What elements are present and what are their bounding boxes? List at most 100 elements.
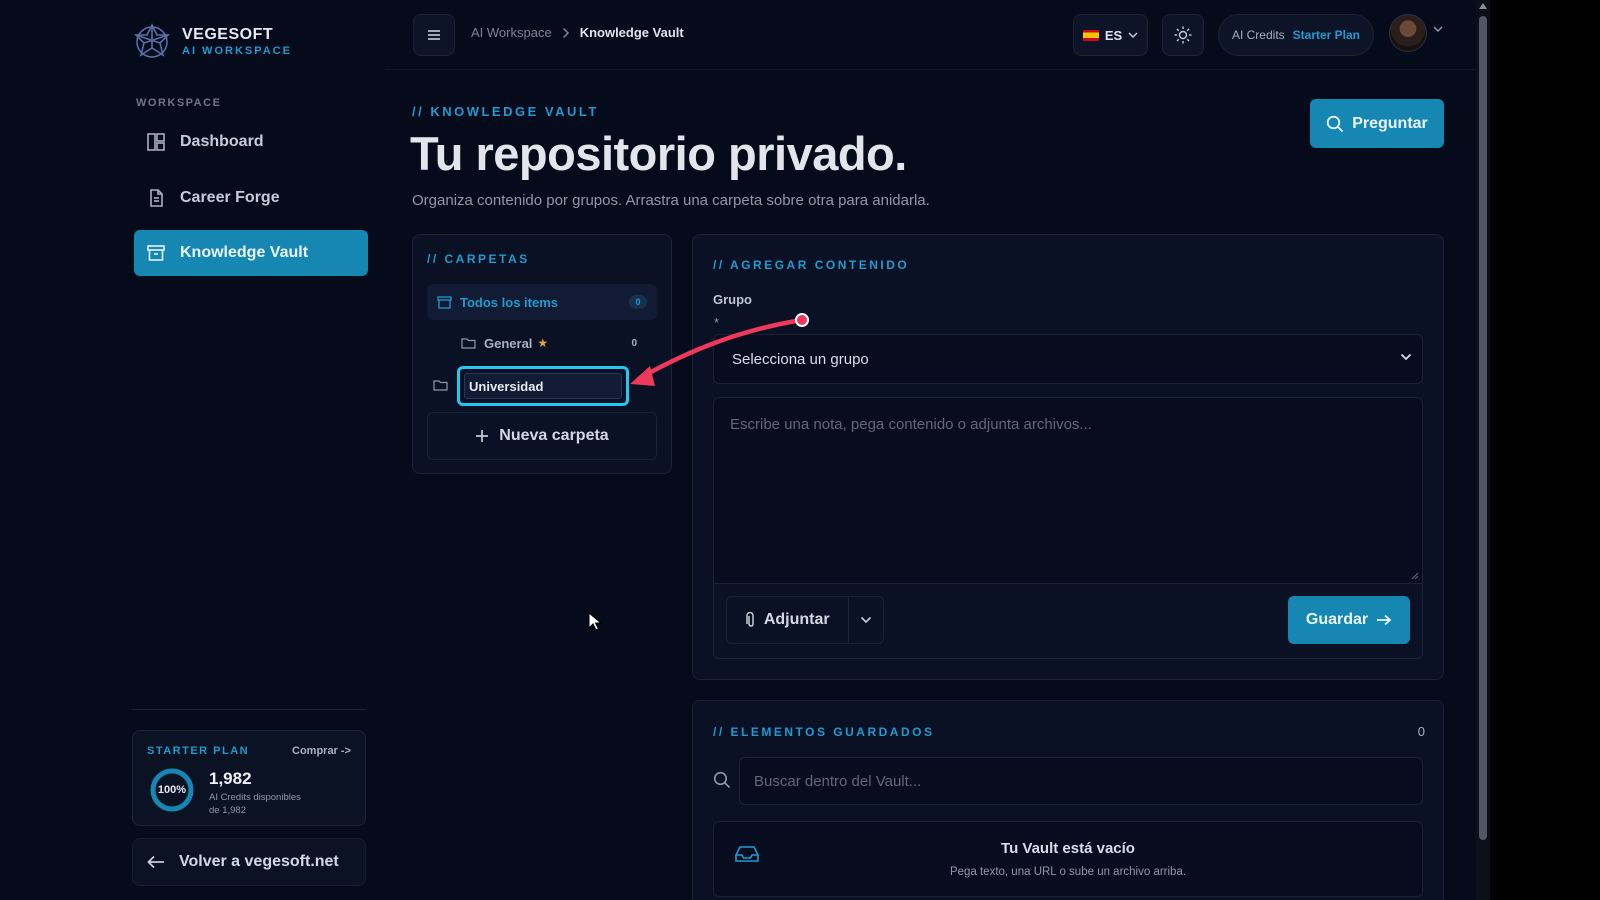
folder-general-label: General: [484, 335, 533, 351]
scroll-up-arrow-icon[interactable]: [1479, 3, 1487, 9]
breadcrumb-current: Knowledge Vault: [579, 25, 684, 40]
brand-logo-icon: [134, 23, 170, 58]
add-content-panel: // AGREGAR CONTENIDO Grupo * Selecciona …: [692, 234, 1444, 680]
sun-icon: [1174, 26, 1192, 44]
group-field-label: Grupo: [713, 292, 752, 307]
folder-name-input-wrapper: [457, 366, 629, 406]
empty-margin: [1490, 0, 1600, 900]
folder-general[interactable]: General ★ 0: [461, 331, 651, 355]
plus-icon: [476, 430, 489, 442]
sidebar-item-dashboard[interactable]: Dashboard: [134, 119, 368, 165]
menu-button[interactable]: [413, 14, 455, 56]
page-title: Tu repositorio privado.: [410, 127, 907, 180]
credits-pill[interactable]: AI Credits Starter Plan: [1218, 14, 1374, 56]
note-footer: Adjuntar Guardar: [713, 583, 1423, 659]
ask-button[interactable]: Preguntar: [1310, 99, 1444, 148]
sidebar-item-label: Career Forge: [180, 189, 280, 206]
language-selector[interactable]: ES: [1073, 14, 1148, 56]
folder-all-items-label: Todos los items: [460, 294, 558, 310]
spain-flag-icon: [1082, 29, 1099, 41]
credits-percent: 100%: [157, 784, 187, 796]
attach-button[interactable]: Adjuntar: [727, 597, 850, 643]
folders-title: // CARPETAS: [427, 252, 530, 266]
attach-button-group: Adjuntar: [726, 596, 884, 644]
folder-all-items[interactable]: Todos los items 0: [427, 284, 657, 320]
sidebar-item-knowledge-vault[interactable]: Knowledge Vault: [134, 230, 368, 276]
credits-plan: Starter Plan: [1292, 28, 1361, 42]
sidebar-divider: [132, 709, 366, 710]
sidebar-item-label: Dashboard: [180, 133, 264, 150]
empty-state-title: Tu Vault está vacío: [1001, 840, 1135, 857]
page-eyebrow: // KNOWLEDGE VAULT: [412, 104, 599, 119]
folder-icon: [433, 380, 448, 391]
back-to-site-button[interactable]: Volver a vegesoft.net: [132, 838, 366, 886]
folders-panel: // CARPETAS Todos los items 0 General ★ …: [412, 234, 672, 474]
folder-name-input[interactable]: [464, 373, 622, 399]
page-subtitle: Organiza contenido por grupos. Arrastra …: [412, 192, 930, 209]
chevron-down-icon: [1128, 31, 1138, 38]
paperclip-icon: [746, 612, 754, 627]
brand[interactable]: VEGESOFT AI WORKSPACE: [132, 22, 292, 62]
saved-items-panel: // ELEMENTOS GUARDADOS 0 Tu Vault está v…: [692, 700, 1444, 900]
breadcrumb-item[interactable]: AI Workspace: [471, 25, 552, 40]
layout-grid-icon: [147, 133, 165, 151]
empty-state: Tu Vault está vacío Pega texto, una URL …: [713, 821, 1423, 897]
folder-count-badge: 0: [629, 295, 647, 309]
arrow-left-icon: [147, 855, 164, 869]
arrow-right-icon: [1377, 614, 1392, 626]
vault-search-input[interactable]: [739, 757, 1423, 805]
plan-title: STARTER PLAN: [147, 745, 250, 757]
theme-toggle-button[interactable]: [1162, 14, 1204, 56]
chevron-down-icon: [1400, 353, 1412, 361]
save-button-label: Guardar: [1305, 611, 1369, 628]
buy-link[interactable]: Comprar ->: [292, 745, 351, 757]
topbar: AI Workspace Knowledge Vault ES AI Credi…: [385, 0, 1477, 70]
credits-amount: 1,982: [209, 769, 252, 788]
search-icon: [1327, 115, 1344, 132]
empty-state-description: Pega texto, una URL o sube un archivo ar…: [949, 866, 1187, 878]
archive-icon: [437, 295, 452, 309]
group-select[interactable]: Selecciona un grupo: [713, 334, 1423, 384]
credits-desc-line: de 1,982: [209, 805, 246, 816]
chevron-down-icon: [861, 616, 872, 624]
language-code: ES: [1104, 27, 1123, 43]
resize-handle-icon[interactable]: [1411, 572, 1419, 580]
credits-description: AI Credits disponibles de 1,982: [209, 791, 329, 817]
note-placeholder: Escribe una nota, pega contenido o adjun…: [730, 416, 1092, 433]
required-mark: *: [714, 315, 720, 330]
star-icon: ★: [537, 336, 549, 350]
attach-button-label: Adjuntar: [763, 611, 830, 628]
search-icon: [713, 771, 731, 789]
breadcrumb: AI Workspace Knowledge Vault: [471, 25, 684, 40]
note-textarea[interactable]: Escribe una nota, pega contenido o adjun…: [713, 397, 1423, 583]
hamburger-icon: [428, 30, 440, 40]
ask-button-label: Preguntar: [1352, 114, 1428, 132]
saved-items-count: 0: [1417, 724, 1425, 739]
new-folder-label: Nueva carpeta: [499, 427, 609, 444]
brand-subtitle: AI WORKSPACE: [182, 45, 292, 57]
user-avatar[interactable]: [1389, 14, 1427, 52]
sidebar: VEGESOFT AI WORKSPACE WORKSPACE Dashboar…: [0, 0, 385, 900]
archive-icon: [147, 245, 165, 261]
document-icon: [150, 189, 163, 207]
scrollbar-thumb[interactable]: [1479, 16, 1487, 840]
sidebar-item-career-forge[interactable]: Career Forge: [134, 175, 368, 221]
attach-options-button[interactable]: [849, 597, 883, 643]
save-button[interactable]: Guardar: [1288, 596, 1410, 644]
folder-icon: [461, 338, 476, 349]
chevron-right-icon: [562, 27, 569, 38]
chevron-down-icon[interactable]: [1433, 26, 1443, 33]
new-folder-button[interactable]: Nueva carpeta: [427, 412, 657, 460]
group-select-value: Selecciona un grupo: [732, 350, 869, 368]
brand-name: VEGESOFT: [182, 26, 274, 43]
back-to-site-label: Volver a vegesoft.net: [179, 853, 339, 870]
sidebar-item-label: Knowledge Vault: [180, 244, 309, 261]
folder-count: 0: [631, 337, 637, 349]
add-content-title: // AGREGAR CONTENIDO: [713, 258, 910, 272]
page-scrollbar[interactable]: [1476, 0, 1490, 900]
mouse-cursor-icon: [588, 612, 602, 631]
saved-items-title: // ELEMENTOS GUARDADOS: [713, 725, 935, 739]
credits-desc-line: AI Credits disponibles: [209, 792, 301, 803]
plan-card: STARTER PLAN Comprar -> 100% 1,982 AI Cr…: [132, 730, 366, 826]
credits-label: AI Credits: [1231, 28, 1285, 42]
